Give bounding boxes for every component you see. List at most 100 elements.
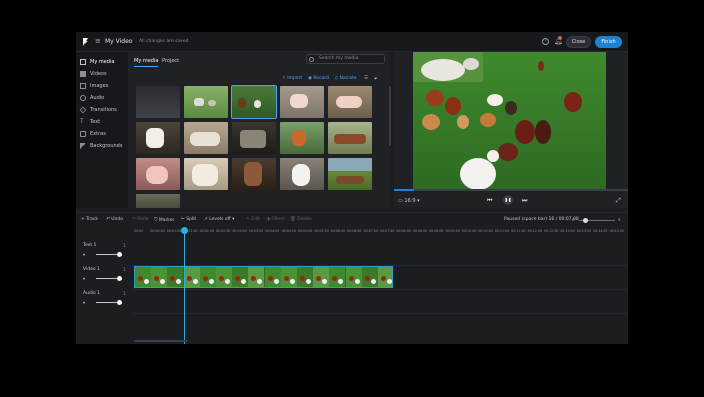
media-thumbnail[interactable] — [136, 158, 180, 190]
nav-item-label: My media — [90, 58, 115, 65]
volume-icon[interactable]: 🔈︎ — [83, 276, 86, 282]
search-icon — [309, 57, 314, 62]
nav-item-images[interactable]: Images — [80, 81, 108, 90]
add-track-button[interactable]: + Track — [81, 217, 98, 222]
search-input[interactable]: Search my media — [306, 54, 385, 64]
redo-button[interactable]: ↷ Redo — [132, 217, 149, 222]
timeline-ruler[interactable]: 00:00 00:00.50 00:01.00 00:01.50 00:02.00 00:… — [132, 228, 628, 236]
volume-icon[interactable]: 🔈︎ — [83, 252, 86, 258]
delete-button[interactable]: 🗑︎ Delete — [290, 217, 312, 222]
backgrounds-icon — [80, 142, 86, 149]
zoom-slider-handle[interactable] — [583, 218, 588, 223]
media-thumbnail[interactable] — [232, 122, 276, 154]
preview-panel: ▭ 16:9 ▾ ⏮ ❚❚ ⏭ ⤢ — [394, 52, 628, 208]
clip-frame — [151, 267, 168, 287]
nav-item-my-media[interactable]: My media — [80, 57, 114, 66]
narrate-button[interactable]: ♫ Narrate — [334, 76, 357, 81]
volume-icon[interactable]: 🔈︎ — [83, 300, 86, 306]
media-thumbnail[interactable] — [280, 158, 324, 190]
clip-frame — [248, 267, 265, 287]
playhead-handle[interactable] — [181, 227, 188, 234]
video-clip[interactable] — [134, 266, 393, 288]
media-thumbnail[interactable] — [328, 122, 372, 154]
volume-slider-handle[interactable] — [117, 252, 122, 257]
playhead[interactable] — [184, 228, 185, 344]
timeline-scrollbar[interactable] — [134, 340, 188, 342]
media-thumbnail[interactable] — [328, 158, 372, 190]
skip-forward-icon[interactable]: ⏭ — [522, 197, 527, 205]
nav-item-videos[interactable]: Videos — [80, 69, 107, 78]
media-thumbnail[interactable] — [184, 86, 228, 118]
ruler-tick-label: 00:14.00 — [593, 229, 608, 233]
volume-slider-handle[interactable] — [117, 276, 122, 281]
ruler-tick-label: 00:00.50 — [150, 229, 165, 233]
ruler-tick-label: 00:14.50 — [609, 229, 624, 233]
media-thumbnail-selected[interactable] — [231, 85, 277, 119]
levels-label: Levels off — [209, 217, 231, 222]
record-label: Record — [313, 76, 329, 81]
import-button[interactable]: ⇪ Import — [282, 76, 302, 81]
split-button[interactable]: ✂ Split — [181, 217, 196, 222]
nav-item-extras[interactable]: Extras — [80, 129, 106, 138]
tab-project[interactable]: Project — [162, 58, 179, 64]
clip-frame — [183, 267, 200, 287]
media-thumbnail[interactable] — [280, 86, 324, 118]
playback-progress-bar[interactable] — [394, 189, 628, 191]
nav-item-text[interactable]: T Text — [80, 117, 100, 126]
media-thumbnail[interactable] — [136, 194, 180, 208]
skip-back-icon[interactable]: ⏮ — [487, 197, 492, 205]
filter-icon[interactable]: ⏷ — [374, 76, 378, 82]
time-display: Paused (space bar) 16 / 00:07.88 — [504, 217, 579, 222]
edit-button[interactable]: ✎ Edit — [246, 217, 260, 222]
track-name: Audio 1 — [83, 291, 101, 296]
video-preview — [413, 52, 606, 190]
media-thumbnail[interactable] — [232, 158, 276, 190]
nav-item-backgrounds[interactable]: Backgrounds — [80, 141, 122, 150]
sort-icon[interactable]: ☰ — [364, 76, 368, 81]
aspect-ratio-dropdown[interactable]: ▭ 16:9 ▾ — [398, 198, 420, 204]
close-button[interactable]: Close — [566, 36, 591, 48]
track-row-text[interactable] — [132, 242, 628, 266]
delete-label: Delete — [297, 217, 312, 222]
filters-button[interactable]: ◑ Filters — [266, 217, 285, 222]
nav-item-label: Videos — [90, 70, 107, 77]
narrate-label: Narrate — [339, 76, 357, 81]
media-thumbnail[interactable] — [328, 86, 372, 118]
media-thumbnail[interactable] — [184, 122, 228, 154]
preview-frame-image — [413, 52, 606, 190]
media-thumbnail[interactable] — [136, 122, 180, 154]
record-button[interactable]: ◉ Record — [308, 76, 329, 81]
ruler-tick-label: 00:08.00 — [396, 229, 411, 233]
play-pause-button[interactable]: ❚❚ — [503, 195, 513, 205]
ruler-tick-label: 00:09.00 — [429, 229, 444, 233]
tab-my-media[interactable]: My media — [134, 58, 159, 67]
help-icon[interactable]: ? — [542, 38, 549, 45]
nav-item-label: Backgrounds — [90, 142, 123, 149]
fullscreen-icon[interactable]: ⤢ — [616, 197, 621, 205]
media-thumbnail[interactable] — [280, 122, 324, 154]
finish-button[interactable]: Finish — [595, 36, 622, 48]
nav-item-transitions[interactable]: Transitions — [79, 105, 117, 114]
nav-item-audio[interactable]: Audio — [80, 93, 104, 102]
video-editor-window: ≡ My Video All changes are saved ? 🔔︎ Cl… — [76, 32, 628, 344]
nav-item-label: Images — [90, 82, 109, 89]
zoom-out-icon[interactable]: ⌕ — [572, 217, 575, 223]
playback-progress-fill — [394, 189, 414, 191]
media-thumbnail[interactable] — [184, 158, 228, 190]
track-row-audio[interactable] — [132, 290, 628, 314]
ruler-tick-label: 00:04.00 — [265, 229, 280, 233]
ruler-tick-label: 00:08.50 — [412, 229, 428, 233]
levels-button[interactable]: ↗ Levels off ▾ — [204, 217, 234, 222]
volume-slider-handle[interactable] — [117, 300, 122, 305]
zoom-in-icon[interactable]: ⌕ — [618, 217, 621, 223]
project-title[interactable]: My Video — [105, 38, 132, 45]
ruler-tick-label: 00:06.50 — [347, 229, 362, 233]
ruler-tick-label: 00:12.50 — [544, 229, 559, 233]
media-thumbnail[interactable] — [136, 86, 180, 118]
media-scrollbar[interactable] — [389, 86, 391, 146]
menu-icon[interactable]: ≡ — [95, 37, 101, 45]
marker-button[interactable]: ⛉ Marker — [154, 217, 174, 223]
undo-button[interactable]: ↶ Undo — [106, 217, 123, 222]
top-bar: ≡ My Video All changes are saved ? 🔔︎ Cl… — [76, 32, 628, 52]
transitions-icon — [79, 106, 87, 113]
